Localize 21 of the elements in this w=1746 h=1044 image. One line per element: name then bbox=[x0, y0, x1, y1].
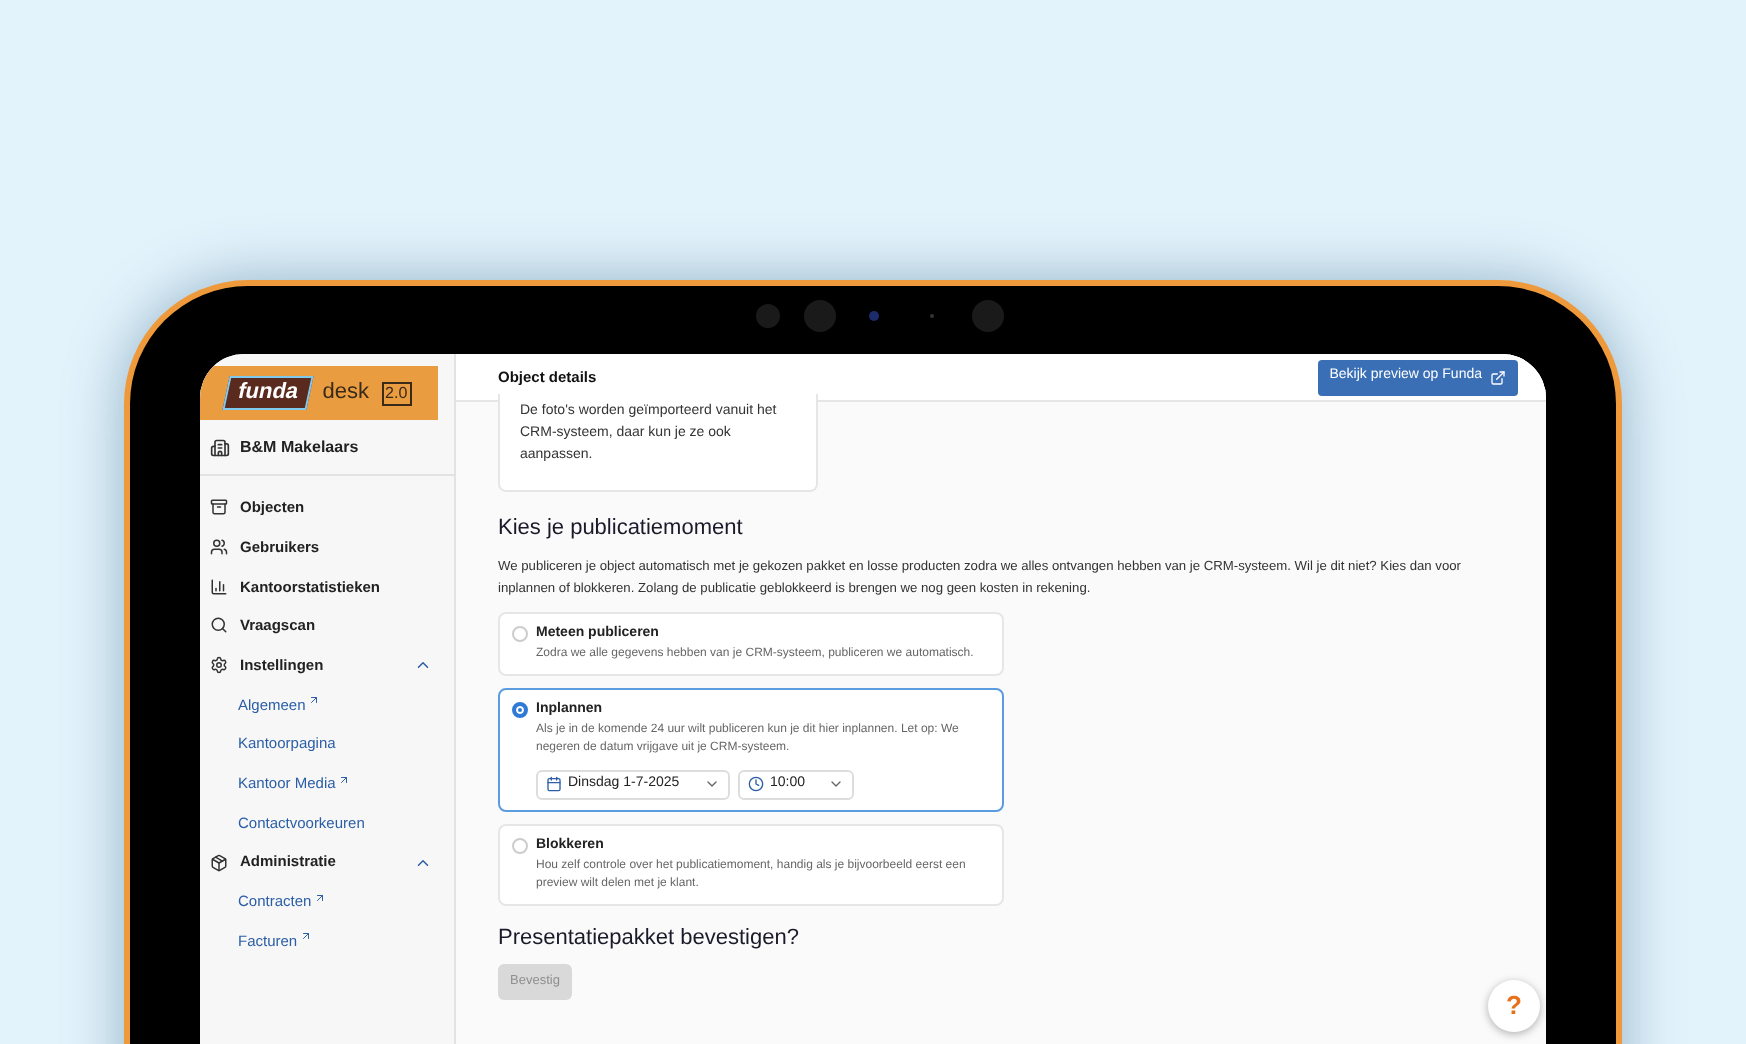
building-icon bbox=[210, 437, 230, 457]
box-icon bbox=[210, 853, 228, 872]
chevron-down-icon bbox=[828, 776, 844, 792]
users-icon bbox=[210, 538, 228, 557]
bar-chart-icon bbox=[210, 577, 228, 596]
calendar-icon bbox=[546, 776, 562, 792]
archive-icon bbox=[210, 498, 228, 517]
radio-button[interactable] bbox=[512, 625, 528, 641]
chevron-down-icon bbox=[704, 776, 720, 792]
product-name: desk bbox=[322, 378, 370, 409]
external-link-icon bbox=[1490, 369, 1506, 385]
company-name: B&M Makelaars bbox=[240, 435, 359, 459]
radio-button[interactable] bbox=[512, 837, 528, 853]
section-heading: Kies je publicatiemoment bbox=[498, 514, 743, 544]
search-icon bbox=[210, 616, 228, 635]
brand-logo: funda bbox=[223, 376, 315, 410]
radio-button[interactable] bbox=[512, 701, 528, 717]
version-badge: 2.0 bbox=[381, 381, 412, 405]
settings-icon bbox=[210, 656, 228, 675]
section-heading: Presentatiepakket bevestigen? bbox=[498, 923, 799, 953]
clock-icon bbox=[748, 776, 764, 792]
